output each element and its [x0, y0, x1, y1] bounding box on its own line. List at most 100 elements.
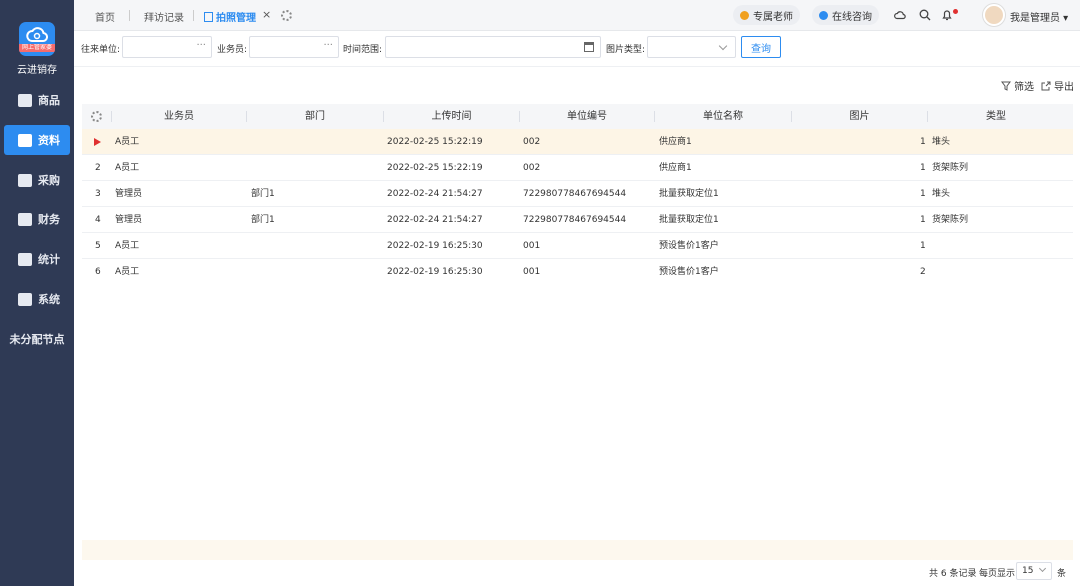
column-header-time[interactable]: 上传时间 [384, 104, 519, 129]
tab-settings-icon[interactable] [281, 10, 292, 21]
salesman-input[interactable]: ··· [249, 36, 339, 58]
sidebar-item-statistics[interactable]: 统计 [4, 244, 70, 274]
cell-code: 722980778467694544 [523, 189, 627, 199]
sidebar-item-unassigned[interactable]: 未分配节点 [4, 324, 70, 354]
user-menu[interactable]: 我是管理员 ▾ [1010, 9, 1068, 24]
cell-code: 002 [523, 163, 541, 173]
more-icon[interactable]: ··· [196, 40, 206, 51]
user-name: 我是管理员 [1010, 13, 1060, 24]
cell-image[interactable]: 1 [920, 155, 926, 181]
tab-visit[interactable]: 拜访记录 [144, 9, 184, 24]
sidebar-item-purchase[interactable]: 采购 [4, 165, 70, 195]
column-header-image[interactable]: 图片 [792, 104, 927, 129]
brand-name: 云进销存 [17, 65, 57, 76]
logo-strip: 网上管家婆 [19, 44, 55, 52]
cell-time: 2022-02-25 15:22:19 [387, 163, 483, 173]
document-icon [18, 133, 32, 147]
export-label: 导出 [1054, 82, 1074, 93]
cell-time: 2022-02-24 21:54:27 [387, 215, 483, 225]
per-page-label: 每页显示 [979, 569, 1016, 579]
heart-icon [740, 10, 749, 20]
cell-code: 001 [523, 241, 541, 251]
cell-name: 批量获取定位1 [659, 189, 719, 199]
close-tab-icon[interactable]: × [262, 8, 271, 21]
cell-image[interactable]: 1 [920, 207, 926, 233]
column-header-salesman[interactable]: 业务员 [112, 104, 246, 129]
teacher-button[interactable]: 专属老师 [733, 5, 800, 25]
page-size-select[interactable]: 15 [1016, 562, 1052, 580]
tab-photo[interactable]: 拍照管理 [204, 9, 256, 24]
divider [74, 66, 1080, 67]
cell-time: 2022-02-19 16:25:30 [387, 267, 483, 277]
table-empty-area [82, 284, 1073, 540]
cell-salesman: A员工 [115, 163, 140, 173]
cell-salesman: 管理员 [115, 189, 143, 199]
column-header-name[interactable]: 单位名称 [655, 104, 791, 129]
column-header-code[interactable]: 单位编号 [520, 104, 654, 129]
time-range-label: 时间范围: [343, 45, 383, 55]
cell-image[interactable]: 1 [920, 233, 926, 259]
table-summary-row [82, 540, 1073, 560]
column-header-dept[interactable]: 部门 [247, 104, 383, 129]
column-header-type[interactable]: 类型 [928, 104, 1064, 129]
table-row[interactable]: 5 A员工 2022-02-19 16:25:30 001 预设售价1客户 1 [82, 233, 1073, 259]
table-row[interactable]: 6 A员工 2022-02-19 16:25:30 001 预设售价1客户 2 [82, 259, 1073, 285]
sidebar-item-label: 财务 [38, 213, 60, 226]
table-row[interactable]: A员工 2022-02-25 15:22:19 002 供应商1 1 堆头 [82, 129, 1073, 155]
finance-icon [18, 212, 32, 226]
table-row[interactable]: 3 管理员 部门1 2022-02-24 21:54:27 7229807784… [82, 181, 1073, 207]
sidebar-item-data[interactable]: 资料 [4, 125, 70, 155]
tab-divider [193, 10, 194, 21]
settings-icon [18, 292, 32, 306]
top-bar: 首页 拜访记录 拍照管理 × 专属老师 在线咨询 我是管理员 ▾ [74, 0, 1080, 31]
cloud-icon[interactable] [894, 9, 906, 21]
sidebar-item-goods[interactable]: 商品 [4, 85, 70, 115]
table-row[interactable]: 4 管理员 部门1 2022-02-24 21:54:27 7229807784… [82, 207, 1073, 233]
table-row[interactable]: 2 A员工 2022-02-25 15:22:19 002 供应商1 1 货架陈… [82, 155, 1073, 181]
time-range-input[interactable] [385, 36, 601, 58]
cell-salesman: A员工 [115, 241, 140, 251]
cell-image[interactable]: 2 [920, 259, 926, 285]
sidebar-item-finance[interactable]: 财务 [4, 204, 70, 234]
cell-name: 供应商1 [659, 137, 692, 147]
query-button[interactable]: 查询 [741, 36, 781, 58]
cell-time: 2022-02-24 21:54:27 [387, 189, 483, 199]
sidebar-item-label: 未分配节点 [9, 333, 65, 346]
cell-image[interactable]: 1 [920, 129, 926, 155]
cloud-logo-icon [26, 27, 48, 42]
sidebar-item-label: 商品 [38, 94, 60, 107]
avatar[interactable] [983, 4, 1005, 26]
more-icon[interactable]: ··· [323, 40, 333, 51]
calendar-icon[interactable] [584, 42, 594, 52]
export-button[interactable]: 导出 [1041, 78, 1074, 93]
cell-code: 722980778467694544 [523, 215, 627, 225]
cell-type: 货架陈列 [932, 163, 969, 173]
consult-button[interactable]: 在线咨询 [812, 5, 879, 25]
cell-salesman: A员工 [115, 267, 140, 277]
sidebar-item-system[interactable]: 系统 [4, 284, 70, 314]
column-settings-icon[interactable] [91, 111, 102, 122]
tab-home[interactable]: 首页 [95, 9, 115, 24]
chart-icon [18, 252, 32, 266]
cell-salesman: A员工 [115, 137, 140, 147]
filter-label: 筛选 [1014, 82, 1034, 93]
partner-input[interactable]: ··· [122, 36, 212, 58]
sidebar: 网上管家婆 云进销存 商品 资料 采购 财务 统计 系统 未分配节点 [0, 0, 74, 586]
bell-icon[interactable] [941, 9, 953, 21]
chevron-down-icon [1038, 564, 1047, 573]
cell-code: 002 [523, 137, 541, 147]
salesman-label: 业务员: [217, 45, 248, 55]
notification-dot [953, 9, 958, 14]
filter-icon [1001, 81, 1011, 91]
current-row-arrow-icon [94, 138, 101, 146]
filter-button[interactable]: 筛选 [1001, 78, 1034, 93]
cell-code: 001 [523, 267, 541, 277]
search-icon[interactable] [919, 9, 931, 21]
cell-image[interactable]: 1 [920, 181, 926, 207]
cell-index: 2 [95, 163, 101, 173]
cell-time: 2022-02-19 16:25:30 [387, 241, 483, 251]
image-type-select[interactable] [647, 36, 736, 58]
cell-index: 6 [95, 267, 101, 277]
document-icon [204, 12, 213, 22]
cell-index: 3 [95, 189, 101, 199]
